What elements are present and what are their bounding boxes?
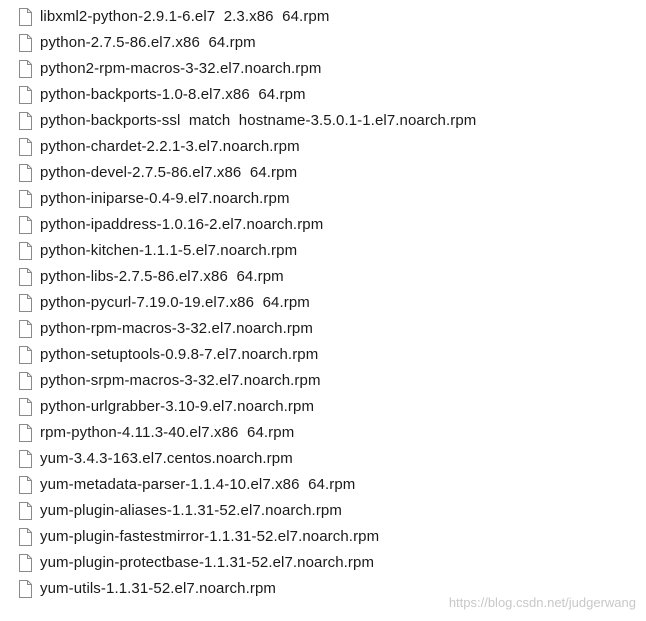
file-row[interactable]: rpm-python-4.11.3-40.el7.x86 64.rpm [18,420,638,446]
file-name: yum-3.4.3-163.el7.centos.noarch.rpm [40,450,293,467]
file-name: python-iniparse-0.4-9.el7.noarch.rpm [40,190,290,207]
watermark: https://blog.csdn.net/judgerwang [448,595,636,610]
document-icon [18,502,33,520]
file-row[interactable]: python-rpm-macros-3-32.el7.noarch.rpm [18,316,638,342]
file-name: libxml2-python-2.9.1-6.el7 2.3.x86 64.rp… [40,8,330,25]
file-name: python-pycurl-7.19.0-19.el7.x86 64.rpm [40,294,310,311]
file-row[interactable]: yum-3.4.3-163.el7.centos.noarch.rpm [18,446,638,472]
document-icon [18,450,33,468]
file-name: python-chardet-2.2.1-3.el7.noarch.rpm [40,138,300,155]
file-name: rpm-python-4.11.3-40.el7.x86 64.rpm [40,424,295,441]
file-name: yum-utils-1.1.31-52.el7.noarch.rpm [40,580,277,597]
file-name: python-setuptools-0.9.8-7.el7.noarch.rpm [40,346,319,363]
file-row[interactable]: python-urlgrabber-3.10-9.el7.noarch.rpm [18,394,638,420]
file-name: yum-plugin-aliases-1.1.31-52.el7.noarch.… [40,502,342,519]
file-name: yum-plugin-protectbase-1.1.31-52.el7.noa… [40,554,375,571]
file-row[interactable]: yum-plugin-protectbase-1.1.31-52.el7.noa… [18,550,638,576]
document-icon [18,554,33,572]
document-icon [18,60,33,78]
file-name: python-srpm-macros-3-32.el7.noarch.rpm [40,372,321,389]
file-row[interactable]: python-pycurl-7.19.0-19.el7.x86 64.rpm [18,290,638,316]
file-name: python2-rpm-macros-3-32.el7.noarch.rpm [40,60,322,77]
file-name: yum-metadata-parser-1.1.4-10.el7.x86 64.… [40,476,356,493]
document-icon [18,424,33,442]
file-name: python-2.7.5-86.el7.x86 64.rpm [40,34,256,51]
file-row[interactable]: yum-plugin-aliases-1.1.31-52.el7.noarch.… [18,498,638,524]
file-row[interactable]: yum-plugin-fastestmirror-1.1.31-52.el7.n… [18,524,638,550]
file-row[interactable]: python-ipaddress-1.0.16-2.el7.noarch.rpm [18,212,638,238]
document-icon [18,268,33,286]
file-name: python-kitchen-1.1.1-5.el7.noarch.rpm [40,242,298,259]
file-name: python-backports-1.0-8.el7.x86 64.rpm [40,86,306,103]
document-icon [18,580,33,598]
file-name: python-ipaddress-1.0.16-2.el7.noarch.rpm [40,216,324,233]
document-icon [18,138,33,156]
file-name: python-backports-ssl match hostname-3.5.… [40,112,477,129]
file-row[interactable]: python2-rpm-macros-3-32.el7.noarch.rpm [18,56,638,82]
file-row[interactable]: python-chardet-2.2.1-3.el7.noarch.rpm [18,134,638,160]
document-icon [18,112,33,130]
document-icon [18,86,33,104]
file-row[interactable]: python-2.7.5-86.el7.x86 64.rpm [18,30,638,56]
file-row[interactable]: libxml2-python-2.9.1-6.el7 2.3.x86 64.rp… [18,4,638,30]
document-icon [18,320,33,338]
document-icon [18,34,33,52]
document-icon [18,476,33,494]
document-icon [18,398,33,416]
document-icon [18,216,33,234]
document-icon [18,294,33,312]
file-row[interactable]: python-setuptools-0.9.8-7.el7.noarch.rpm [18,342,638,368]
file-row[interactable]: yum-metadata-parser-1.1.4-10.el7.x86 64.… [18,472,638,498]
file-name: python-rpm-macros-3-32.el7.noarch.rpm [40,320,313,337]
file-row[interactable]: python-backports-1.0-8.el7.x86 64.rpm [18,82,638,108]
document-icon [18,372,33,390]
document-icon [18,528,33,546]
document-icon [18,346,33,364]
file-row[interactable]: python-libs-2.7.5-86.el7.x86 64.rpm [18,264,638,290]
file-row[interactable]: python-kitchen-1.1.1-5.el7.noarch.rpm [18,238,638,264]
file-row[interactable]: python-iniparse-0.4-9.el7.noarch.rpm [18,186,638,212]
file-list: libxml2-python-2.9.1-6.el7 2.3.x86 64.rp… [18,4,638,602]
file-name: python-devel-2.7.5-86.el7.x86 64.rpm [40,164,298,181]
file-row[interactable]: python-devel-2.7.5-86.el7.x86 64.rpm [18,160,638,186]
file-row[interactable]: python-srpm-macros-3-32.el7.noarch.rpm [18,368,638,394]
document-icon [18,190,33,208]
document-icon [18,242,33,260]
file-name: python-libs-2.7.5-86.el7.x86 64.rpm [40,268,284,285]
file-name: yum-plugin-fastestmirror-1.1.31-52.el7.n… [40,528,380,545]
file-row[interactable]: python-backports-ssl match hostname-3.5.… [18,108,638,134]
document-icon [18,8,33,26]
document-icon [18,164,33,182]
file-name: python-urlgrabber-3.10-9.el7.noarch.rpm [40,398,315,415]
